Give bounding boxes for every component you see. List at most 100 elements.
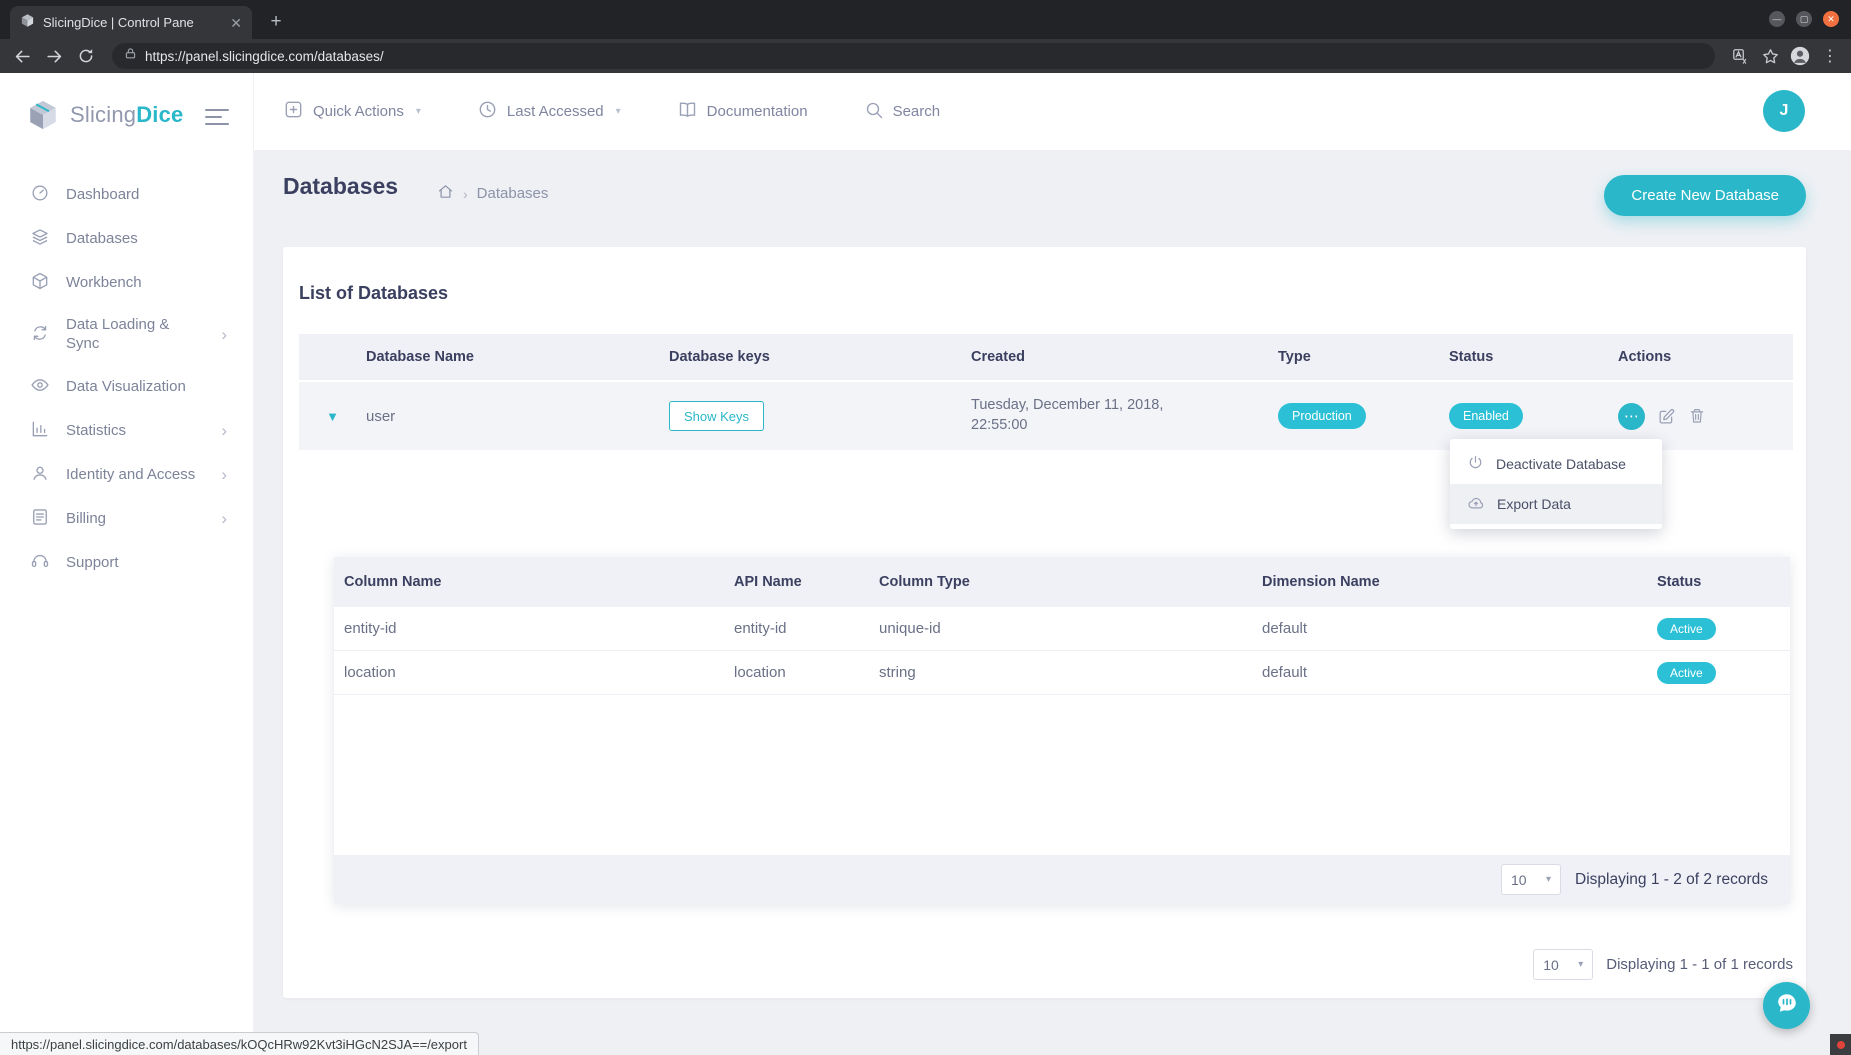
col-nested-status: Status: [1657, 574, 1702, 590]
lock-icon: [124, 47, 137, 65]
sidebar-item-workbench[interactable]: Workbench: [0, 261, 253, 305]
breadcrumb-current[interactable]: Databases: [477, 185, 549, 202]
last-accessed-menu[interactable]: Last Accessed ▾: [477, 99, 621, 124]
chevron-down-icon: ▾: [1545, 874, 1552, 885]
headset-icon: [30, 551, 50, 575]
layers-icon: [30, 227, 50, 251]
window-minimize-button[interactable]: —: [1769, 11, 1785, 27]
sidebar-item-statistics[interactable]: Statistics ›: [0, 409, 253, 453]
documentation-link[interactable]: Documentation: [677, 99, 808, 124]
search-control[interactable]: Search: [864, 100, 940, 124]
show-keys-button[interactable]: Show Keys: [669, 401, 765, 431]
col-database-keys: Database keys: [669, 349, 770, 365]
records-summary: Displaying 1 - 2 of 2 records: [1575, 870, 1768, 888]
more-actions-icon: ⋯: [1624, 407, 1639, 425]
created-cell: Tuesday, December 11, 2018, 22:55:00: [971, 397, 1164, 433]
col-api-name: API Name: [734, 574, 802, 590]
slicingdice-logo[interactable]: SlicingDice: [26, 93, 184, 137]
tab-close-icon[interactable]: ✕: [230, 16, 242, 30]
chevron-right-icon: ›: [221, 421, 227, 440]
column-row-location: location location string default Active: [334, 651, 1790, 695]
sidebar-item-data-visualization[interactable]: Data Visualization: [0, 365, 253, 409]
col-database-name: Database Name: [366, 349, 474, 365]
browser-menu-icon[interactable]: ⋮: [1817, 43, 1843, 69]
col-column-name: Column Name: [344, 574, 442, 590]
browser-tab-strip: SlicingDice | Control Pane ✕ + — ▢ ✕: [0, 0, 1851, 39]
sidebar-item-identity-access[interactable]: Identity and Access ›: [0, 453, 253, 497]
user-avatar[interactable]: J: [1763, 90, 1805, 132]
power-icon: [1467, 454, 1484, 474]
forward-icon[interactable]: [40, 42, 68, 70]
active-badge: Active: [1657, 661, 1716, 684]
browser-toolbar: https://panel.slicingdice.com/databases/…: [0, 39, 1851, 73]
app-root: SlicingDice Dashboard Databases Workbenc…: [0, 73, 1851, 1055]
sidebar-item-support[interactable]: Support: [0, 541, 253, 585]
chevron-down-icon: ▾: [1578, 959, 1584, 970]
column-row-entity-id: entity-id entity-id unique-id default Ac…: [334, 607, 1790, 651]
col-created: Created: [971, 349, 1025, 365]
quick-actions-menu[interactable]: Quick Actions ▾: [283, 99, 421, 124]
sidebar-item-data-loading-sync[interactable]: Data Loading & Sync ›: [0, 305, 253, 365]
bar-chart-icon: [30, 419, 50, 443]
records-summary: Displaying 1 - 1 of 1 records: [1606, 956, 1793, 973]
columns-table-header: Column Name API Name Column Type Dimensi…: [334, 557, 1790, 607]
page-size-select[interactable]: 10 ▾: [1533, 949, 1594, 980]
col-type: Type: [1278, 349, 1311, 365]
col-actions: Actions: [1618, 349, 1672, 365]
row-actions: ⋯: [1618, 402, 1793, 430]
scroll-corner-indicator: [1830, 1034, 1851, 1055]
window-maximize-button[interactable]: ▢: [1796, 11, 1812, 27]
plus-square-icon: [283, 99, 304, 124]
status-badge: Enabled: [1449, 403, 1523, 429]
favicon-cube-icon: [20, 13, 35, 33]
back-icon[interactable]: [8, 42, 36, 70]
window-controls: — ▢ ✕: [1769, 11, 1839, 27]
address-bar[interactable]: https://panel.slicingdice.com/databases/: [112, 43, 1715, 69]
new-tab-button[interactable]: +: [264, 10, 288, 34]
browser-window: SlicingDice | Control Pane ✕ + — ▢ ✕ htt…: [0, 0, 1851, 1055]
home-icon[interactable]: [437, 183, 454, 204]
book-icon: [677, 99, 698, 124]
sidebar-item-dashboard[interactable]: Dashboard: [0, 173, 253, 217]
edit-icon[interactable]: [1657, 407, 1676, 426]
page-size-select[interactable]: 10 ▾: [1501, 864, 1562, 895]
chevron-down-icon: ▾: [615, 106, 621, 117]
more-actions-button[interactable]: ⋯: [1618, 402, 1645, 430]
database-name-cell: user: [366, 407, 396, 425]
actions-dropdown-menu: Deactivate Database Export Data: [1450, 439, 1662, 529]
delete-icon[interactable]: [1688, 407, 1706, 425]
type-badge: Production: [1278, 403, 1366, 429]
sidebar-collapse-icon[interactable]: [205, 109, 229, 125]
sidebar-nav: Dashboard Databases Workbench Data Loadi…: [0, 173, 253, 585]
browser-profile-icon[interactable]: [1787, 43, 1813, 69]
chevron-down-icon: ▾: [415, 106, 421, 117]
chevron-right-icon: ›: [221, 509, 227, 528]
menu-item-export-data[interactable]: Export Data: [1450, 484, 1662, 524]
window-close-button[interactable]: ✕: [1823, 11, 1839, 27]
main-content: Databases › Databases Create New Databas…: [254, 150, 1851, 1055]
create-new-database-button[interactable]: Create New Database: [1604, 175, 1806, 216]
page-title: Databases: [283, 173, 399, 199]
databases-card: List of Databases Database Name Database…: [283, 247, 1806, 998]
browser-tab[interactable]: SlicingDice | Control Pane ✕: [10, 6, 252, 39]
person-icon: [30, 463, 50, 487]
sidebar-item-billing[interactable]: Billing ›: [0, 497, 253, 541]
sidebar: SlicingDice Dashboard Databases Workbenc…: [0, 73, 254, 1055]
logo-cube-icon: [30, 100, 56, 130]
cloud-export-icon: [1467, 494, 1485, 515]
col-status: Status: [1449, 349, 1494, 365]
logo-wordmark: SlicingDice: [70, 102, 184, 127]
columns-panel: Column Name API Name Column Type Dimensi…: [334, 557, 1790, 904]
chat-launcher-button[interactable]: [1763, 982, 1810, 1029]
cube-icon: [30, 271, 50, 295]
bookmark-star-icon[interactable]: [1757, 43, 1783, 69]
databases-pagination: 10 ▾ Displaying 1 - 1 of 1 records: [1533, 949, 1793, 980]
translate-icon[interactable]: [1727, 43, 1753, 69]
collapse-row-icon[interactable]: ▼: [299, 409, 366, 424]
gauge-icon: [30, 183, 50, 207]
reload-icon[interactable]: [72, 42, 100, 70]
breadcrumb: › Databases: [437, 183, 548, 204]
menu-item-deactivate-database[interactable]: Deactivate Database: [1450, 444, 1662, 484]
sync-icon: [30, 323, 50, 347]
sidebar-item-databases[interactable]: Databases: [0, 217, 253, 261]
